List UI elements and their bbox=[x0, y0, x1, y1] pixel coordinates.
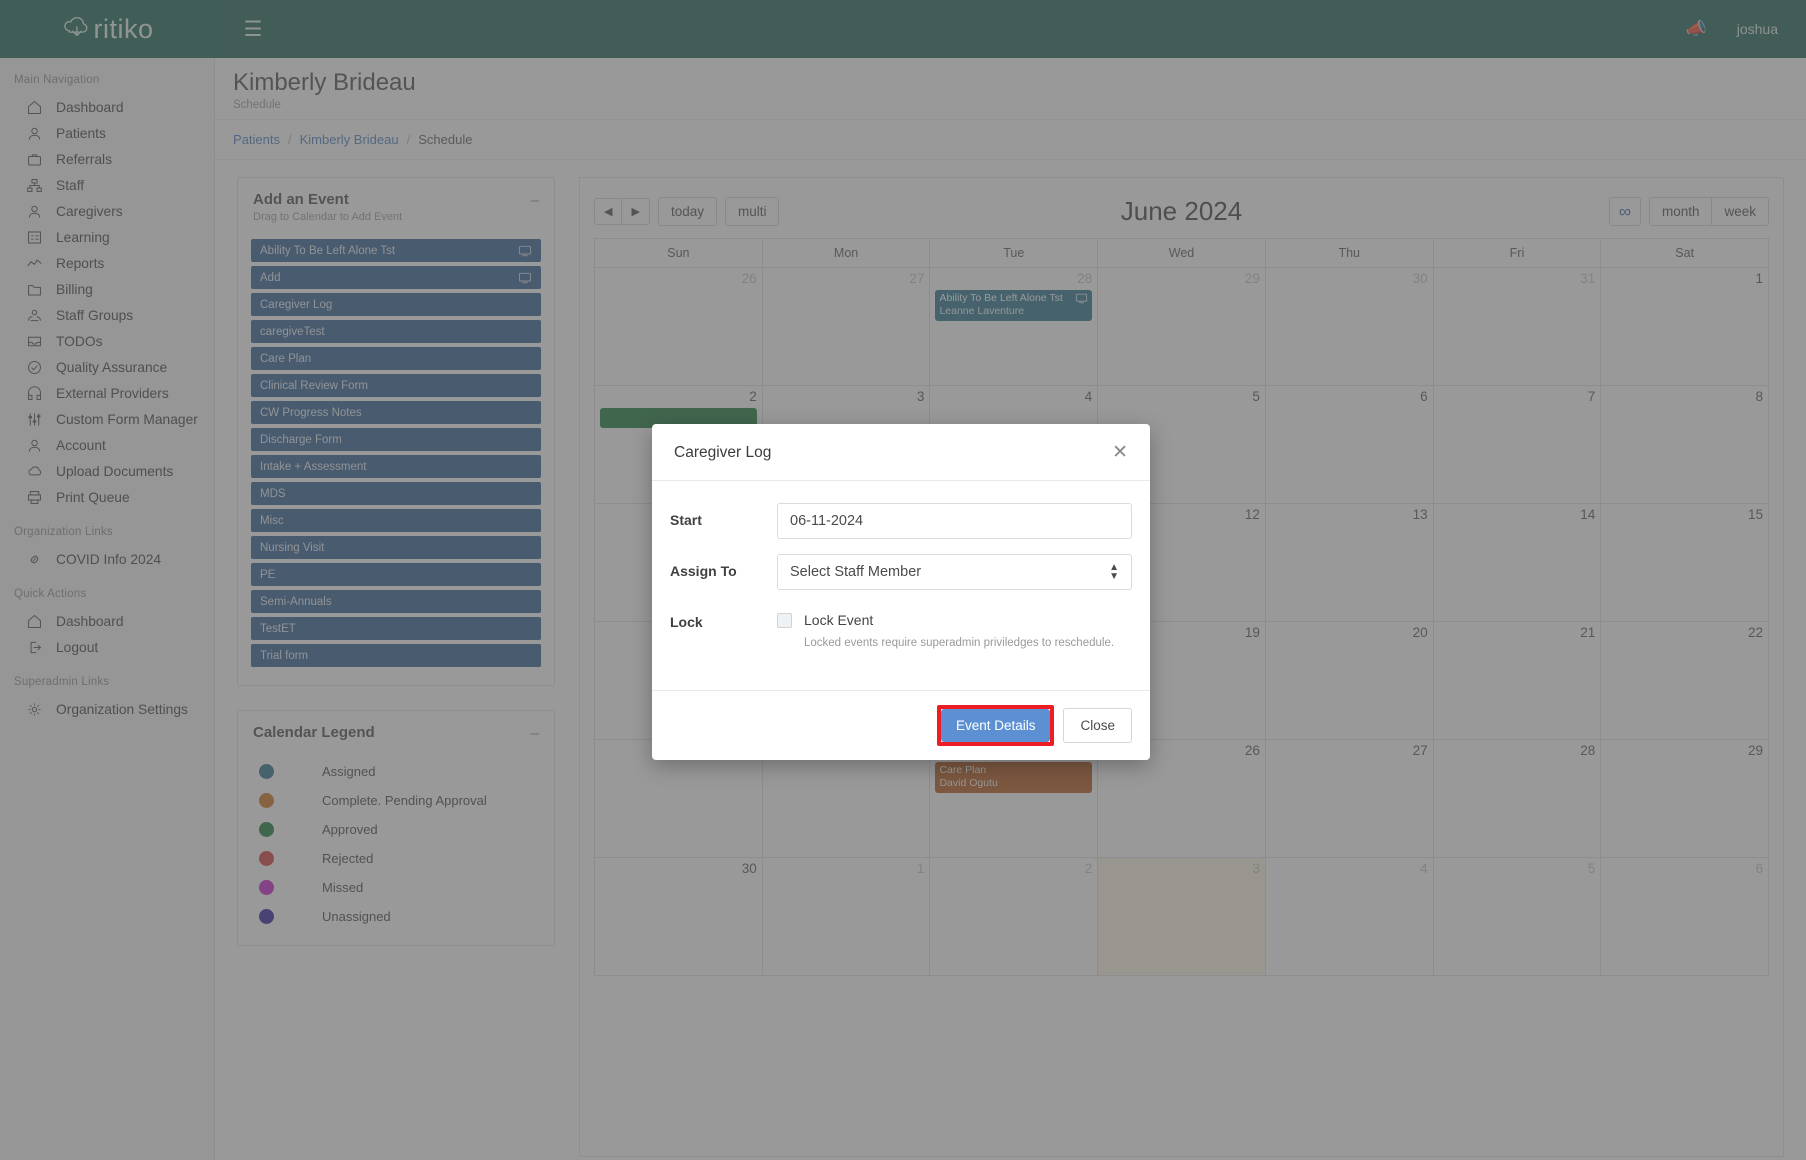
event-details-highlight: Event Details bbox=[937, 705, 1055, 746]
close-icon[interactable]: ✕ bbox=[1112, 443, 1128, 462]
lock-event-checkbox[interactable] bbox=[777, 613, 792, 628]
close-button[interactable]: Close bbox=[1063, 708, 1132, 743]
start-date-input[interactable] bbox=[777, 503, 1132, 539]
caregiver-log-modal: Caregiver Log ✕ Start Assign To Select S… bbox=[652, 424, 1150, 760]
lock-event-label: Lock Event bbox=[804, 612, 873, 628]
assign-to-label: Assign To bbox=[670, 554, 777, 579]
start-label: Start bbox=[670, 503, 777, 528]
assign-to-select[interactable]: Select Staff Member bbox=[777, 554, 1132, 590]
modal-title: Caregiver Log bbox=[674, 444, 771, 462]
lock-help-text: Locked events require superadmin privile… bbox=[777, 628, 1132, 649]
event-details-button[interactable]: Event Details bbox=[941, 709, 1051, 742]
lock-label: Lock bbox=[670, 605, 777, 630]
